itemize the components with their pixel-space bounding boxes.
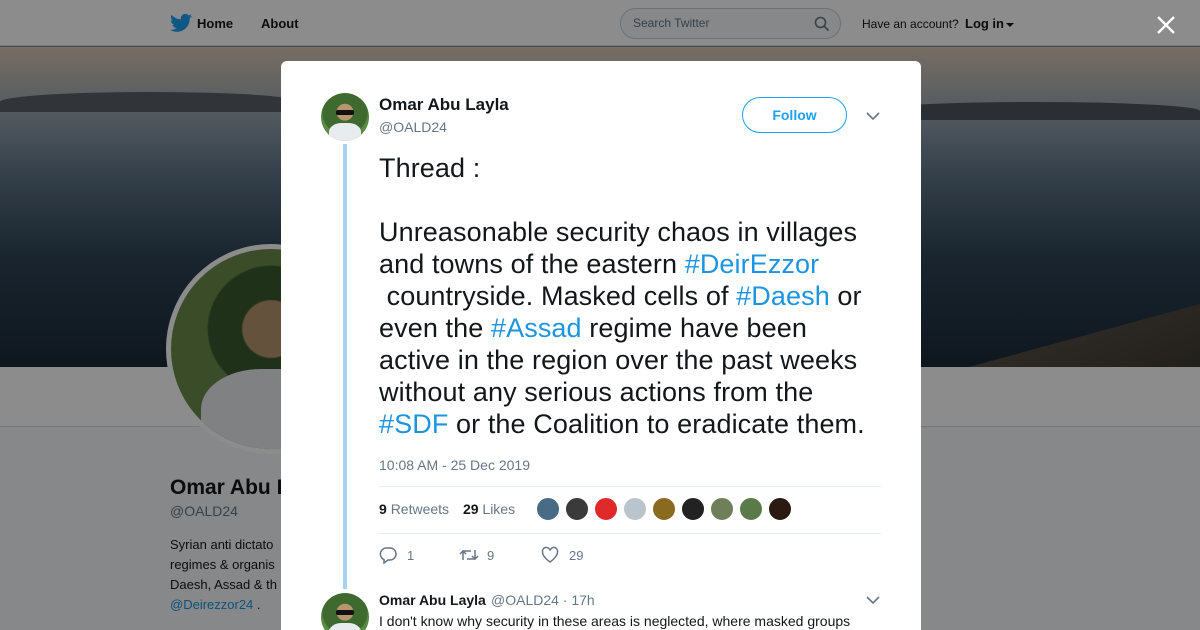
hashtag-link[interactable]: #SDF — [379, 409, 448, 439]
avatar-shirt — [329, 123, 361, 141]
tweet-text: Thread : Unreasonable security chaos in v… — [379, 152, 889, 440]
tweet-text-segment: even the — [379, 313, 491, 343]
tweet-text-line: countryside. Masked cells of #Daesh or — [379, 280, 889, 312]
tweet-text-line: and towns of the eastern #DeirEzzor — [379, 248, 889, 280]
follow-button[interactable]: Follow — [742, 97, 847, 133]
divider — [379, 533, 881, 534]
tweet-text-segment: Thread : — [379, 153, 481, 183]
tweet-text-segment: and towns of the eastern — [379, 249, 685, 279]
liker-avatar[interactable] — [739, 497, 763, 521]
retweets-stat[interactable]: 9 Retweets — [379, 501, 449, 517]
hashtag-link[interactable]: #Assad — [491, 313, 582, 343]
reply-count: 1 — [407, 548, 415, 563]
like-count: 29 — [569, 548, 584, 563]
author-name[interactable]: Omar Abu Layla — [379, 95, 509, 115]
liker-avatar[interactable] — [594, 497, 618, 521]
avatar-glasses — [336, 110, 354, 115]
reply-author-name[interactable]: Omar Abu Layla — [379, 592, 486, 608]
author-handle[interactable]: @OALD24 — [379, 119, 447, 135]
avatar-glasses — [336, 610, 354, 615]
retweet-icon — [459, 549, 479, 561]
tweet-text-line: Thread : — [379, 152, 889, 184]
retweets-label: Retweets — [390, 501, 450, 517]
tweet-stats: 9 Retweets 29 Likes — [379, 501, 525, 517]
tweet-text-segment: or — [829, 281, 862, 311]
tweet-timestamp[interactable]: 10:08 AM - 25 Dec 2019 — [379, 457, 530, 473]
tweet-text-segment: Unreasonable security chaos in villages — [379, 217, 858, 247]
tweet-modal: Omar Abu Layla @OALD24 Follow Thread : Un… — [281, 61, 921, 630]
liker-avatar[interactable] — [623, 497, 647, 521]
tweet-text-line: #SDF or the Coalition to eradicate them. — [379, 408, 889, 440]
tweet-text-line — [379, 184, 889, 216]
chevron-down-icon[interactable] — [866, 111, 880, 121]
likes-label: Likes — [482, 501, 516, 517]
heart-icon — [541, 546, 559, 563]
reply-icon — [379, 547, 397, 564]
reply-handle-time[interactable]: @OALD24 · 17h — [491, 592, 595, 608]
divider — [379, 486, 881, 487]
tweet-text-segment: or the Coalition to eradicate them. — [448, 409, 865, 439]
tweet-text-line: Unreasonable security chaos in villages — [379, 216, 889, 248]
likes-stat[interactable]: 29 Likes — [463, 501, 515, 517]
reply-text: I don't know why security in these areas… — [379, 613, 851, 629]
tweet-text-segment: regime have been — [581, 313, 808, 343]
liker-avatar[interactable] — [536, 497, 560, 521]
tweet-text-line: even the #Assad regime have been — [379, 312, 889, 344]
tweet-text-segment: without any serious actions from the — [379, 377, 814, 407]
liker-avatar[interactable] — [652, 497, 676, 521]
likes-count: 29 — [462, 501, 479, 517]
liker-avatar[interactable] — [768, 497, 792, 521]
tweet-text-line: without any serious actions from the — [379, 376, 889, 408]
liker-avatar[interactable] — [565, 497, 589, 521]
reply-author-avatar[interactable] — [321, 593, 369, 630]
tweet-text-line: active in the region over the past weeks — [379, 344, 889, 376]
liker-avatar[interactable] — [681, 497, 705, 521]
tweet-text-segment: active in the region over the past weeks — [379, 345, 858, 375]
chevron-down-icon[interactable] — [866, 595, 880, 605]
tweet-text-segment: countryside. Masked cells of — [379, 281, 737, 311]
retweet-count: 9 — [487, 548, 495, 563]
thread-connector-line — [343, 144, 347, 589]
retweets-count: 9 — [379, 501, 387, 517]
liker-avatar[interactable] — [710, 497, 734, 521]
avatar-shirt — [329, 623, 361, 630]
author-avatar[interactable] — [321, 93, 369, 141]
hashtag-link[interactable]: #Daesh — [736, 281, 830, 311]
close-icon[interactable] — [1154, 13, 1178, 37]
hashtag-link[interactable]: #DeirEzzor — [685, 249, 820, 279]
